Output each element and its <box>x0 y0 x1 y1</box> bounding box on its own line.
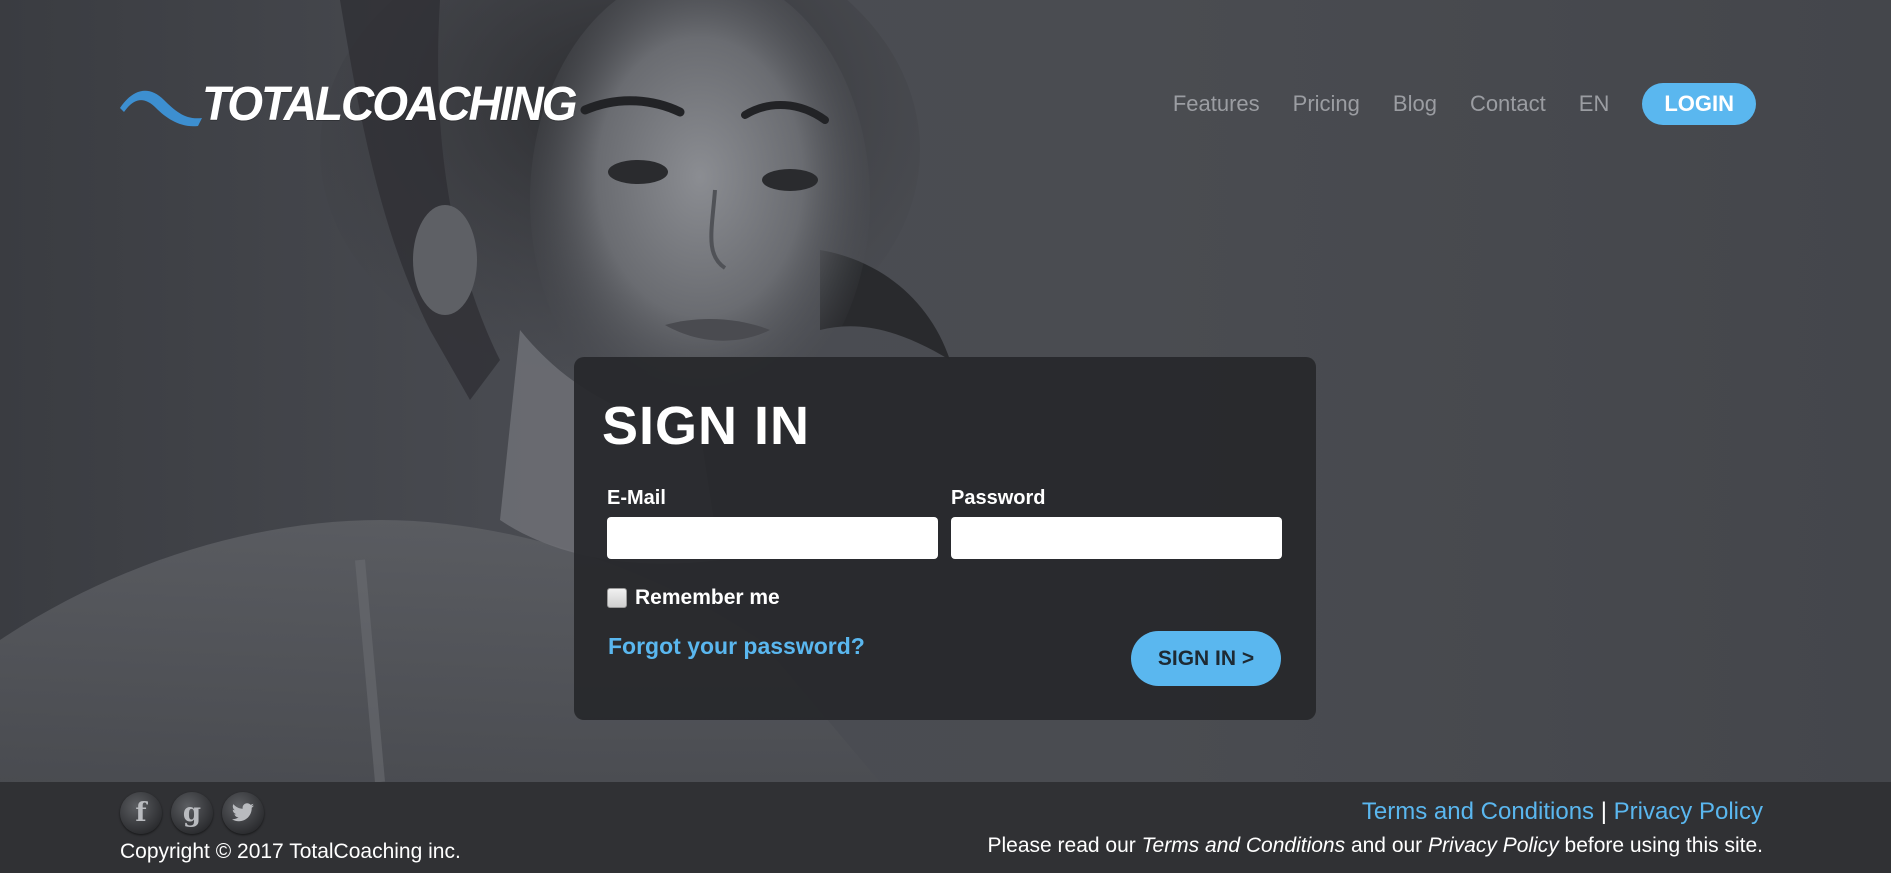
legal-note: Please read our Terms and Conditions and… <box>988 834 1764 858</box>
legal-note-terms: Terms and Conditions <box>1141 834 1346 857</box>
twitter-icon[interactable] <box>222 792 264 834</box>
main-nav: Features Pricing Blog Contact EN LOGIN <box>1173 83 1756 125</box>
password-label: Password <box>951 487 1046 509</box>
email-label: E-Mail <box>607 487 666 509</box>
nav-pricing[interactable]: Pricing <box>1293 91 1360 117</box>
google-plus-icon[interactable]: g <box>171 792 213 834</box>
footer: f g Copyright © 2017 TotalCoaching inc. … <box>0 782 1891 873</box>
brand-logo[interactable]: TOTALCOACHING <box>118 76 577 130</box>
privacy-link[interactable]: Privacy Policy <box>1614 798 1763 825</box>
login-button[interactable]: LOGIN <box>1642 83 1756 125</box>
facebook-icon[interactable]: f <box>120 792 162 834</box>
legal-links: Terms and Conditions | Privacy Policy <box>1362 798 1763 826</box>
copyright-text: Copyright © 2017 TotalCoaching inc. <box>120 840 461 863</box>
nav-blog[interactable]: Blog <box>1393 91 1437 117</box>
remember-label: Remember me <box>635 586 780 609</box>
legal-note-prefix: Please read our <box>987 834 1142 857</box>
twitter-bird-icon <box>232 803 254 822</box>
legal-note-suffix: before using this site. <box>1558 834 1763 857</box>
nav-features[interactable]: Features <box>1173 91 1260 117</box>
legal-note-privacy: Privacy Policy <box>1428 834 1559 857</box>
password-field[interactable] <box>951 517 1282 559</box>
legal-note-middle: and our <box>1345 834 1429 857</box>
signin-title: SIGN IN <box>602 396 811 456</box>
nav-contact[interactable]: Contact <box>1470 91 1546 117</box>
logo-swoosh-icon <box>120 90 202 127</box>
signin-panel: SIGN IN E-Mail Password Remember me Forg… <box>574 357 1316 720</box>
brand-name: TOTALCOACHING <box>202 75 577 131</box>
legal-separator: | <box>1600 798 1607 825</box>
terms-link[interactable]: Terms and Conditions <box>1362 798 1594 825</box>
signin-submit-button[interactable]: SIGN IN > <box>1131 631 1281 686</box>
social-links: f g <box>120 792 273 834</box>
email-field[interactable] <box>607 517 938 559</box>
remember-me: Remember me <box>607 586 780 610</box>
remember-checkbox[interactable] <box>607 588 627 608</box>
nav-language[interactable]: EN <box>1579 91 1610 117</box>
forgot-password-link[interactable]: Forgot your password? <box>608 633 865 660</box>
